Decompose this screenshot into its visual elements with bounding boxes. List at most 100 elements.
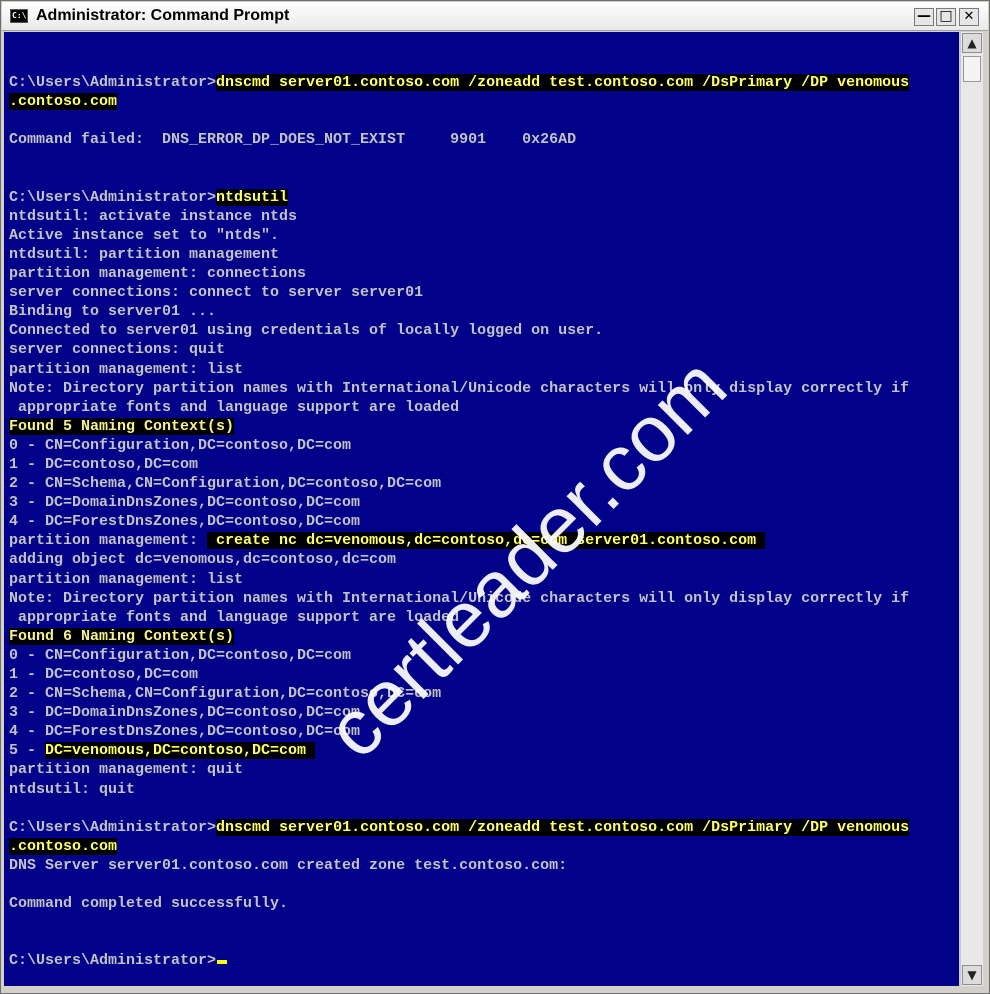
console-line: 4 - DC=ForestDnsZones,DC=contoso,DC=com xyxy=(9,512,909,531)
window-title: Administrator: Command Prompt xyxy=(36,7,290,24)
console-text: partition management: quit xyxy=(9,761,244,779)
console-text: ntdsutil: quit xyxy=(9,780,136,798)
console-text: partition management: xyxy=(9,532,208,550)
console-text: Command completed successfully. xyxy=(9,895,289,913)
console-text: ntdsutil: partition management xyxy=(9,245,280,263)
console-line: C:\Users\Administrator>ntdsutil xyxy=(9,188,909,207)
console-text: Binding to server01 ... xyxy=(9,303,217,321)
console-text: 1 - DC=contoso,DC=com xyxy=(9,455,199,473)
scroll-up-arrow-icon[interactable]: ▲ xyxy=(962,33,982,53)
console-text: Active instance set to "ntds". xyxy=(9,226,280,244)
console-text: Command failed: DNS_ERROR_DP_DOES_NOT_EX… xyxy=(9,131,577,149)
console-text: C:\Users\Administrator> xyxy=(9,74,217,92)
console-line: Command completed successfully. xyxy=(9,894,909,913)
highlighted-text: .contoso.com xyxy=(9,837,118,855)
highlighted-text: dnscmd server01.contoso.com /zoneadd tes… xyxy=(216,818,910,836)
highlighted-text: dnscmd server01.contoso.com /zoneadd tes… xyxy=(216,74,910,92)
console-text: 1 - DC=contoso,DC=com xyxy=(9,666,199,683)
console-line: partition management: connections xyxy=(9,264,909,283)
console-text: appropriate fonts and language support a… xyxy=(9,608,460,626)
console-text: 0 - CN=Configuration,DC=contoso,DC=com xyxy=(9,436,352,454)
console-text: 2 - CN=Schema,CN=Configuration,DC=contos… xyxy=(9,685,442,703)
console-lines: C:\Users\Administrator>dnscmd server01.c… xyxy=(9,54,910,971)
console-line: Binding to server01 ... xyxy=(9,302,909,321)
console-text: ntdsutil: activate instance ntds xyxy=(9,207,298,225)
console-text: C:\Users\Administrator> xyxy=(9,952,217,970)
console-text: server connections: connect to server se… xyxy=(9,284,424,302)
console-text: Note: Directory partition names with Int… xyxy=(9,589,910,607)
console-text: partition management: connections xyxy=(9,265,307,283)
console-text: 3 - DC=DomainDnsZones,DC=contoso,DC=com xyxy=(9,704,361,722)
scroll-down-arrow-icon[interactable]: ▼ xyxy=(962,965,982,985)
console-line: partition management: quit xyxy=(9,760,909,779)
text-cursor xyxy=(217,960,228,965)
console-line: Connected to server01 using credentials … xyxy=(9,321,909,340)
console-line: Found 5 Naming Context(s) xyxy=(9,417,909,436)
console-line: DNS Server server01.contoso.com created … xyxy=(9,856,909,875)
console-line: .contoso.com xyxy=(9,92,909,111)
scrollbar-thumb[interactable] xyxy=(963,56,981,82)
console-text: C:\Users\Administrator> xyxy=(9,188,217,206)
console-text: 2 - CN=Schema,CN=Configuration,DC=contos… xyxy=(9,475,442,493)
console-text: adding object dc=venomous,dc=contoso,dc=… xyxy=(9,551,397,569)
console-line: Found 6 Naming Context(s) xyxy=(9,627,909,646)
console-text: C:\Users\Administrator> xyxy=(9,818,217,836)
console-text: 4 - DC=ForestDnsZones,DC=contoso,DC=com xyxy=(9,723,361,741)
console-line: ntdsutil: quit xyxy=(9,780,909,799)
console-line: 3 - DC=DomainDnsZones,DC=contoso,DC=com xyxy=(9,703,909,722)
console-text: 5 - xyxy=(9,742,46,760)
console-text: 4 - DC=ForestDnsZones,DC=contoso,DC=com xyxy=(9,513,361,531)
console-line: Note: Directory partition names with Int… xyxy=(9,379,909,398)
console-line: 1 - DC=contoso,DC=com xyxy=(9,455,909,474)
highlighted-text: ntdsutil xyxy=(216,188,289,206)
console-line: 2 - CN=Schema,CN=Configuration,DC=contos… xyxy=(9,474,909,493)
console-output-area[interactable]: C:\Users\Administrator>dnscmd server01.c… xyxy=(4,32,959,986)
console-text: 0 - CN=Configuration,DC=contoso,DC=com xyxy=(9,646,352,664)
console-line: 3 - DC=DomainDnsZones,DC=contoso,DC=com xyxy=(9,493,909,512)
console-text: appropriate fonts and language support a… xyxy=(9,398,460,416)
vertical-scrollbar[interactable]: ▲ ▼ xyxy=(960,32,983,986)
console-line: partition management: create nc dc=venom… xyxy=(9,531,909,550)
console-line: 1 - DC=contoso,DC=com xyxy=(9,665,909,684)
console-text: Note: Directory partition names with Int… xyxy=(9,379,910,397)
console-app-icon[interactable]: C:\. xyxy=(10,9,31,23)
console-line: 5 - DC=venomous,DC=contoso,DC=com xyxy=(9,741,909,760)
highlighted-text: DC=venomous,DC=contoso,DC=com xyxy=(45,742,316,760)
highlighted-text: Found 6 Naming Context(s) xyxy=(9,627,235,645)
console-line: 0 - CN=Configuration,DC=contoso,DC=com xyxy=(9,646,909,665)
highlighted-text: .contoso.com xyxy=(9,93,118,111)
console-line: C:\Users\Administrator>dnscmd server01.c… xyxy=(9,73,910,92)
title-bar[interactable]: C:\. Administrator: Command Prompt — □ ✕ xyxy=(2,2,988,31)
console-line: C:\Users\Administrator>dnscmd server01.c… xyxy=(9,818,910,837)
maximize-button[interactable]: □ xyxy=(936,8,956,26)
close-button[interactable]: ✕ xyxy=(959,8,979,26)
console-line: C:\Users\Administrator> xyxy=(9,951,909,970)
console-line: server connections: connect to server se… xyxy=(9,283,909,302)
console-text: 3 - DC=DomainDnsZones,DC=contoso,DC=com xyxy=(9,494,361,512)
console-line: 2 - CN=Schema,CN=Configuration,DC=contos… xyxy=(9,684,909,703)
console-text: partition management: list xyxy=(9,360,244,378)
console-line: 0 - CN=Configuration,DC=contoso,DC=com xyxy=(9,436,909,455)
command-prompt-window: C:\. Administrator: Command Prompt — □ ✕… xyxy=(0,0,990,994)
highlighted-text: create nc dc=venomous,dc=contoso,dc=com … xyxy=(207,532,766,550)
console-line: ntdsutil: partition management xyxy=(9,245,909,264)
minimize-button[interactable]: — xyxy=(914,8,934,26)
console-line: appropriate fonts and language support a… xyxy=(9,608,909,627)
console-line: Note: Directory partition names with Int… xyxy=(9,589,909,608)
console-line: Command failed: DNS_ERROR_DP_DOES_NOT_EX… xyxy=(9,130,909,149)
console-line: appropriate fonts and language support a… xyxy=(9,398,909,417)
highlighted-text: Found 5 Naming Context(s) xyxy=(9,417,235,435)
console-line: ntdsutil: activate instance ntds xyxy=(9,207,909,226)
console-text: partition management: list xyxy=(9,570,244,588)
console-line: partition management: list xyxy=(9,360,909,379)
console-text: DNS Server server01.contoso.com created … xyxy=(9,856,568,874)
console-line: Active instance set to "ntds". xyxy=(9,226,909,245)
